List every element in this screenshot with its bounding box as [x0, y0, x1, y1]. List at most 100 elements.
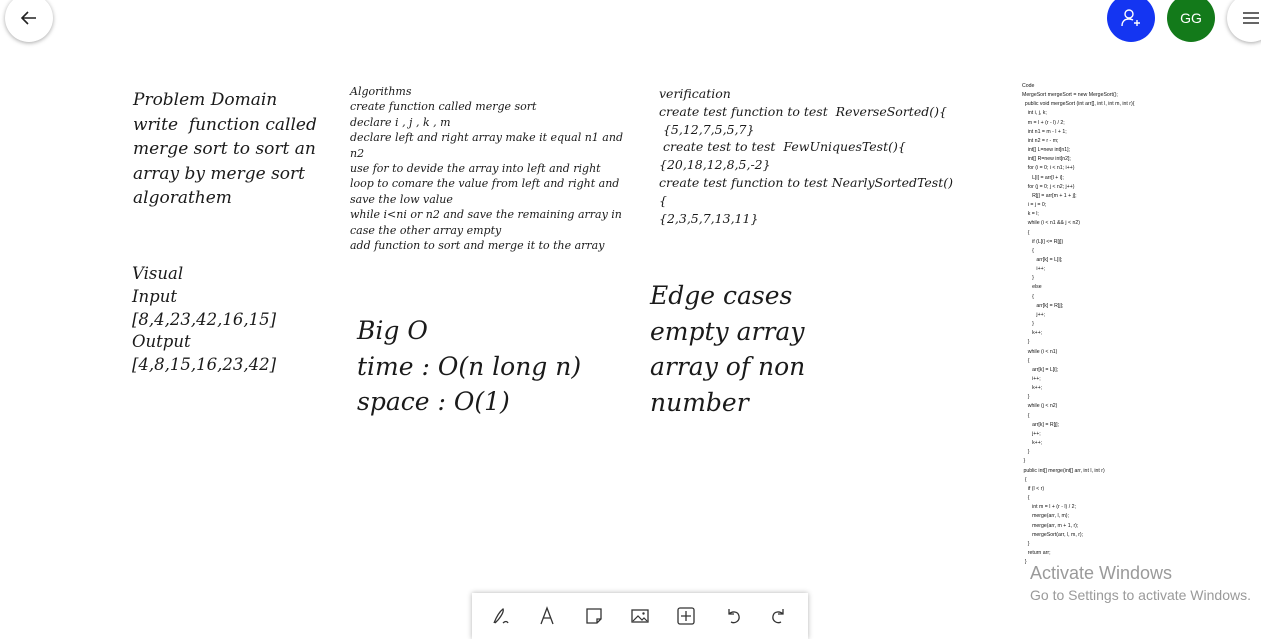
algorithms-line: use for to devide the array into left an…	[350, 162, 601, 176]
undo-button[interactable]	[715, 598, 751, 634]
code-line: }	[1022, 394, 1030, 401]
code-line: public int[] merge(int[] arr, int l, int…	[1022, 467, 1105, 474]
problem-domain-note[interactable]: Problem Domain write function called merge…	[133, 88, 317, 211]
image-tool-button[interactable]	[622, 598, 658, 634]
code-line: L[i] = arr[l + i];	[1022, 174, 1064, 181]
sticky-note-tool-button[interactable]	[576, 598, 612, 634]
code-line: int n2 = r - m;	[1022, 137, 1059, 144]
edge-cases-note[interactable]: Edge cases empty array array of non number	[650, 278, 805, 420]
code-line: }	[1022, 449, 1030, 456]
code-line: {	[1022, 412, 1030, 419]
algorithms-line: while i<ni or n2 and save the remaining …	[350, 208, 622, 222]
visual-note[interactable]: Visual Input [8,4,23,42,16,15] Output [4,8,1…	[132, 263, 276, 377]
code-line: int m = l + (r - l) / 2;	[1022, 504, 1076, 511]
share-button[interactable]	[1107, 0, 1155, 42]
hamburger-menu-icon	[1243, 12, 1259, 24]
code-line: public void mergeSort (int arr[], int l,…	[1022, 101, 1135, 108]
back-button[interactable]	[5, 0, 53, 42]
code-line: Code	[1022, 83, 1035, 89]
code-line: k++;	[1022, 440, 1043, 447]
code-line: }	[1022, 339, 1030, 346]
avatar[interactable]: GG	[1167, 0, 1215, 42]
verification-line: create test to test FewUniquesTest(){	[659, 139, 906, 155]
algorithms-line: declare left and right array make it equ…	[350, 131, 623, 145]
pen-icon	[493, 608, 509, 624]
pen-tool-button[interactable]	[483, 598, 519, 634]
visual-line: Output	[132, 332, 191, 352]
code-line: j++;	[1022, 311, 1046, 318]
problem-line: merge sort to sort an	[133, 139, 316, 159]
bigo-line: space : O(1)	[357, 387, 510, 416]
edge-line: number	[650, 387, 749, 417]
code-line: if (l < r)	[1022, 485, 1045, 492]
code-line: for (i = 0; i < n1; i++)	[1022, 165, 1075, 172]
verification-note[interactable]: verification create test function to test…	[659, 85, 953, 227]
code-line: {	[1022, 357, 1030, 364]
activate-windows-watermark: Activate Windows Go to Settings to activ…	[1030, 563, 1251, 603]
code-line: i = j = 0;	[1022, 202, 1047, 209]
algorithms-line: Algorithms	[350, 85, 412, 98]
algorithms-note[interactable]: Algorithms create function called merge s…	[350, 84, 623, 253]
watermark-title: Activate Windows	[1030, 563, 1173, 583]
verification-line: create test function to test NearlySorte…	[659, 174, 953, 190]
verification-line: create test function to test ReverseSort…	[659, 103, 947, 119]
code-line: int[] L=new int[n1];	[1022, 147, 1071, 154]
problem-line: array by merge sort	[133, 163, 305, 184]
algorithms-line: add function to sort and merge it to the…	[350, 239, 605, 253]
menu-button[interactable]	[1227, 0, 1261, 42]
code-line: merge(arr, m + 1, r);	[1022, 522, 1079, 529]
code-line: while (i < n1)	[1022, 348, 1058, 355]
drawing-toolbar	[472, 593, 808, 639]
code-line: k++;	[1022, 385, 1043, 392]
problem-line: algorathem	[133, 188, 232, 208]
code-line: for (j = 0; j < n2; j++)	[1022, 183, 1075, 190]
visual-line: [8,4,23,42,16,15]	[132, 309, 277, 329]
image-icon	[631, 609, 649, 623]
code-line: }	[1022, 275, 1034, 282]
visual-line: [4,8,15,16,23,42]	[132, 355, 277, 375]
text-tool-button[interactable]	[529, 598, 565, 634]
code-line: arr[k] = R[j];	[1022, 302, 1064, 309]
code-line: else	[1022, 284, 1042, 291]
code-note[interactable]: Code MergeSort mergeSort = new MergeSort(…	[1022, 82, 1134, 567]
code-line: return arr;	[1022, 549, 1051, 556]
code-line: mergeSort(arr, l, m, r);	[1022, 531, 1084, 538]
watermark-subtitle: Go to Settings to activate Windows.	[1030, 587, 1251, 603]
edge-line: Edge cases	[650, 281, 793, 310]
code-line: while (j < n2)	[1022, 403, 1058, 410]
visual-line: Visual	[132, 264, 184, 283]
code-line: k = l;	[1022, 211, 1039, 218]
edge-line: empty array	[650, 316, 805, 346]
code-line: {	[1022, 229, 1030, 236]
code-line: }	[1022, 321, 1034, 328]
verification-line: {2,3,5,7,13,11}	[659, 210, 759, 226]
problem-line: Problem Domain	[133, 90, 278, 110]
arrow-left-icon	[20, 11, 36, 25]
verification-line: verification	[659, 86, 731, 101]
algorithms-line: create function called merge sort	[350, 100, 537, 114]
code-line: i++;	[1022, 266, 1046, 273]
algorithms-line: declare i , j , k , m	[350, 115, 451, 129]
redo-icon	[772, 609, 784, 624]
code-line: {	[1022, 293, 1034, 300]
code-line: if (L[i] <= R[j])	[1022, 238, 1064, 245]
code-line: arr[k] = L[i];	[1022, 366, 1059, 373]
redo-button[interactable]	[761, 598, 797, 634]
add-icon	[677, 607, 695, 625]
edge-line: array of non	[650, 352, 806, 381]
code-line: while (i < n1 && j < n2)	[1022, 220, 1080, 227]
code-line: merge(arr, l, m);	[1022, 513, 1069, 520]
verification-line: {	[659, 192, 667, 208]
avatar-initials: GG	[1180, 10, 1202, 26]
verification-line: {5,12,7,5,5,7}	[659, 121, 755, 137]
bigo-line: Big O	[357, 316, 428, 345]
sticky-note-icon	[586, 608, 602, 624]
code-line: {	[1022, 495, 1030, 502]
add-tool-button[interactable]	[668, 598, 704, 634]
code-line: }	[1022, 540, 1030, 547]
visual-line: Input	[132, 286, 177, 306]
big-o-note[interactable]: Big O time : O(n long n) space : O(1)	[357, 313, 581, 420]
code-line: int[] R=new int[n2];	[1022, 156, 1071, 163]
code-line: arr[k] = L[i];	[1022, 256, 1063, 263]
code-line: int i, j, k;	[1022, 110, 1047, 117]
